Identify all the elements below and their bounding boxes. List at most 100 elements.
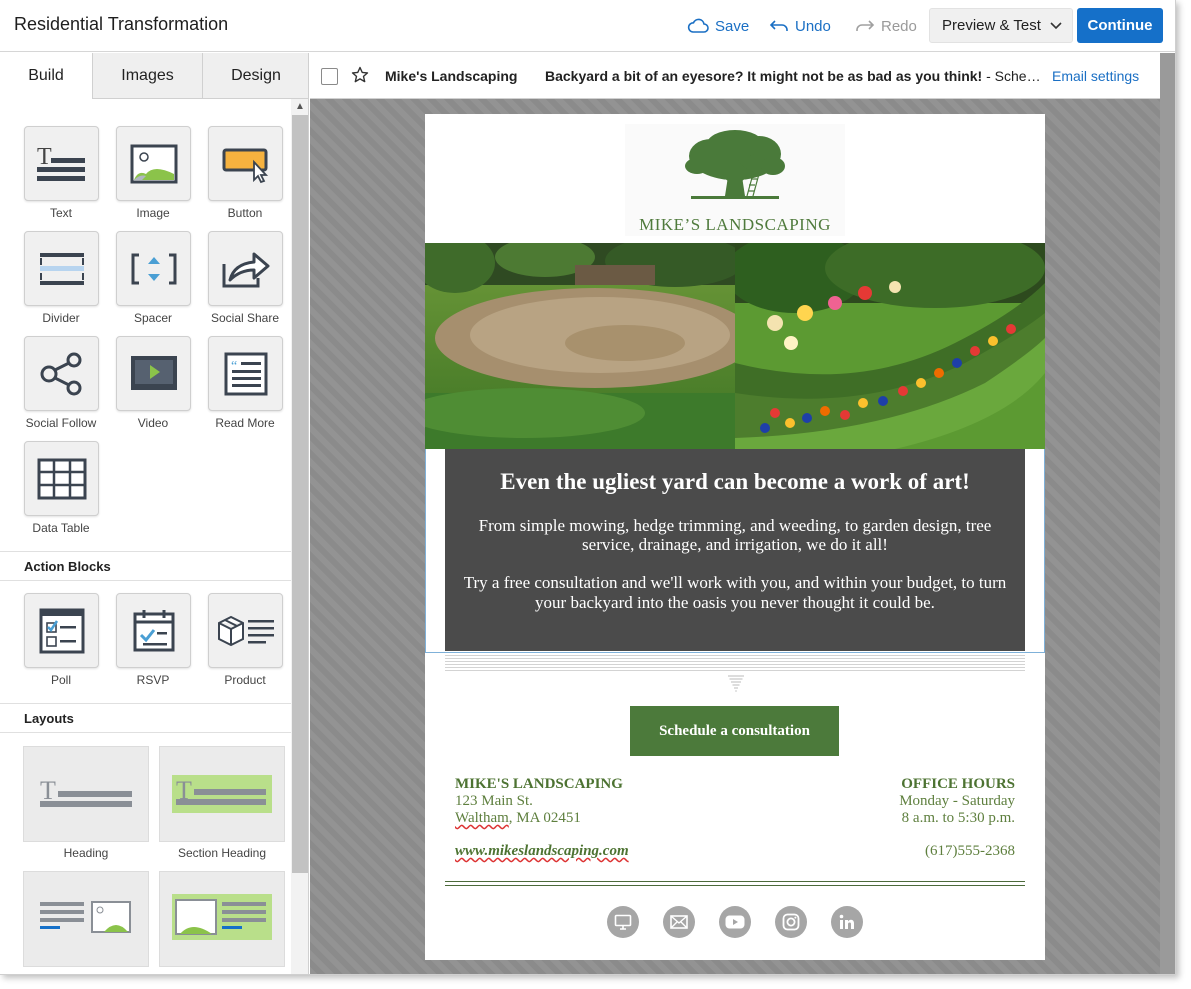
block-spacer[interactable] xyxy=(116,231,191,306)
block-spacer-label: Spacer xyxy=(133,311,173,325)
block-button-label: Button xyxy=(227,206,263,220)
image-icon xyxy=(130,144,177,183)
after-yard-photo[interactable] xyxy=(735,243,1045,449)
redo-label: Redo xyxy=(881,17,917,35)
logo-block[interactable]: MIKE’S LANDSCAPING xyxy=(625,124,845,236)
svg-text:T: T xyxy=(40,776,56,805)
canvas-scrollbar[interactable] xyxy=(1160,53,1175,974)
preview-test-dropdown[interactable]: Preview & Test xyxy=(929,8,1073,43)
block-data-table-label: Data Table xyxy=(32,521,90,535)
sidebar-scroll-thumb[interactable] xyxy=(292,115,308,873)
select-checkbox[interactable] xyxy=(321,68,338,85)
footer-city-line: Waltham, MA 02451 xyxy=(455,810,623,827)
footer-hours-heading: OFFICE HOURS xyxy=(901,776,1015,792)
email-from-name: Mike's Landscaping xyxy=(385,68,518,84)
hero-text-block[interactable]: Even the ugliest yard can become a work … xyxy=(445,449,1025,651)
layout-section-heading-label: Section Heading xyxy=(177,846,267,860)
poll-icon xyxy=(39,608,84,653)
footer-state-zip: , MA 02451 xyxy=(508,810,581,826)
preview-test-label: Preview & Test xyxy=(942,17,1041,34)
tab-build[interactable]: Build xyxy=(0,53,92,99)
svg-text:T: T xyxy=(37,144,52,170)
block-poll-label: Poll xyxy=(50,673,71,687)
layout-heading-label: Heading xyxy=(63,846,109,860)
block-product[interactable] xyxy=(208,593,283,668)
divider-icon xyxy=(39,252,84,285)
footer-hours-days: Monday - Saturday xyxy=(899,793,1015,809)
action-blocks-heading: Action Blocks xyxy=(0,551,291,581)
block-divider-label: Divider xyxy=(42,311,80,325)
block-image[interactable] xyxy=(116,126,191,201)
star-icon[interactable] xyxy=(351,66,369,84)
block-divider[interactable] xyxy=(24,231,99,306)
block-rsvp[interactable] xyxy=(116,593,191,668)
tab-images[interactable]: Images xyxy=(92,53,202,99)
section-article-layout-icon xyxy=(172,894,272,940)
block-social-share-label: Social Share xyxy=(210,311,280,325)
button-icon xyxy=(222,148,268,183)
undo-button[interactable]: Undo xyxy=(769,0,831,52)
footer-phone: (617)555-2368 xyxy=(925,843,1015,859)
block-social-share[interactable] xyxy=(208,231,283,306)
footer-address: MIKE'S LANDSCAPING 123 Main St. Waltham,… xyxy=(455,776,623,827)
garden-flowers-image xyxy=(735,243,1045,449)
article-layout-icon xyxy=(40,901,131,933)
email-body: MIKE’S LANDSCAPING Even the ugliest yard… xyxy=(425,114,1045,960)
oak-tree-logo-icon xyxy=(685,130,785,199)
block-data-table[interactable] xyxy=(24,441,99,516)
block-video[interactable] xyxy=(116,336,191,411)
logo-wordmark: MIKE’S LANDSCAPING xyxy=(639,215,831,234)
continue-button[interactable]: Continue xyxy=(1077,8,1163,43)
drop-arrow-icon xyxy=(728,675,744,692)
hero-heading: Even the ugliest yard can become a work … xyxy=(500,469,970,494)
instagram-icon[interactable] xyxy=(775,906,807,938)
text-icon: T xyxy=(36,144,85,181)
chevron-down-icon xyxy=(1050,22,1062,30)
website-icon[interactable] xyxy=(607,906,639,938)
top-toolbar: Residential Transformation Save Undo Red… xyxy=(0,0,1175,52)
social-follow-icon xyxy=(40,352,81,395)
block-button[interactable] xyxy=(208,126,283,201)
email-icon[interactable] xyxy=(663,906,695,938)
sidebar: Build Images Design ▲ T Text Image Butto… xyxy=(0,53,309,974)
footer-website-link[interactable]: www.mikeslandscaping.com xyxy=(455,843,629,860)
block-text[interactable]: T xyxy=(24,126,99,201)
save-button[interactable]: Save xyxy=(687,0,749,52)
redo-icon xyxy=(856,20,875,31)
layout-article[interactable] xyxy=(23,871,149,967)
before-yard-photo[interactable] xyxy=(425,243,735,449)
hero-paragraph-services: From simple mowing, hedge trimming, and … xyxy=(478,516,992,554)
sidebar-tabs: Build Images Design xyxy=(0,53,308,99)
linkedin-icon[interactable] xyxy=(831,906,863,938)
scroll-up-arrow-icon[interactable]: ▲ xyxy=(293,101,307,113)
email-subject: Backyard a bit of an eyesore? It might n… xyxy=(545,68,1045,84)
campaign-title: Residential Transformation xyxy=(14,14,229,34)
block-social-follow-label: Social Follow xyxy=(25,416,97,430)
youtube-icon[interactable] xyxy=(719,906,751,938)
block-image-label: Image xyxy=(136,206,170,220)
block-poll[interactable] xyxy=(24,593,99,668)
redo-button[interactable]: Redo xyxy=(855,0,917,52)
footer-city: Waltham xyxy=(455,810,509,826)
layout-heading[interactable]: T xyxy=(23,746,149,842)
footer-divider-top xyxy=(445,881,1025,882)
block-social-follow[interactable] xyxy=(24,336,99,411)
schedule-consultation-button[interactable]: Schedule a consultation xyxy=(630,706,839,756)
block-read-more[interactable]: “ xyxy=(208,336,283,411)
read-more-icon: “ xyxy=(224,352,267,395)
layout-section-article[interactable] xyxy=(159,871,285,967)
social-share-icon xyxy=(222,252,269,287)
product-icon xyxy=(217,615,274,646)
email-settings-link[interactable]: Email settings xyxy=(1052,68,1139,84)
layouts-heading: Layouts xyxy=(0,703,291,733)
footer-hours: OFFICE HOURS Monday - Saturday 8 a.m. to… xyxy=(899,776,1015,827)
drop-zone-divider xyxy=(445,655,1025,671)
hero-paragraph-offer: Try a free consultation and we'll work w… xyxy=(463,573,1007,612)
undo-label: Undo xyxy=(795,17,831,35)
email-editor-window: Residential Transformation Save Undo Red… xyxy=(0,0,1176,975)
footer-company-name: MIKE'S LANDSCAPING xyxy=(455,776,623,792)
layout-section-heading[interactable]: T xyxy=(159,746,285,842)
section-heading-layout-icon: T xyxy=(172,775,272,813)
rsvp-icon xyxy=(133,609,174,651)
tab-design[interactable]: Design xyxy=(202,53,308,99)
